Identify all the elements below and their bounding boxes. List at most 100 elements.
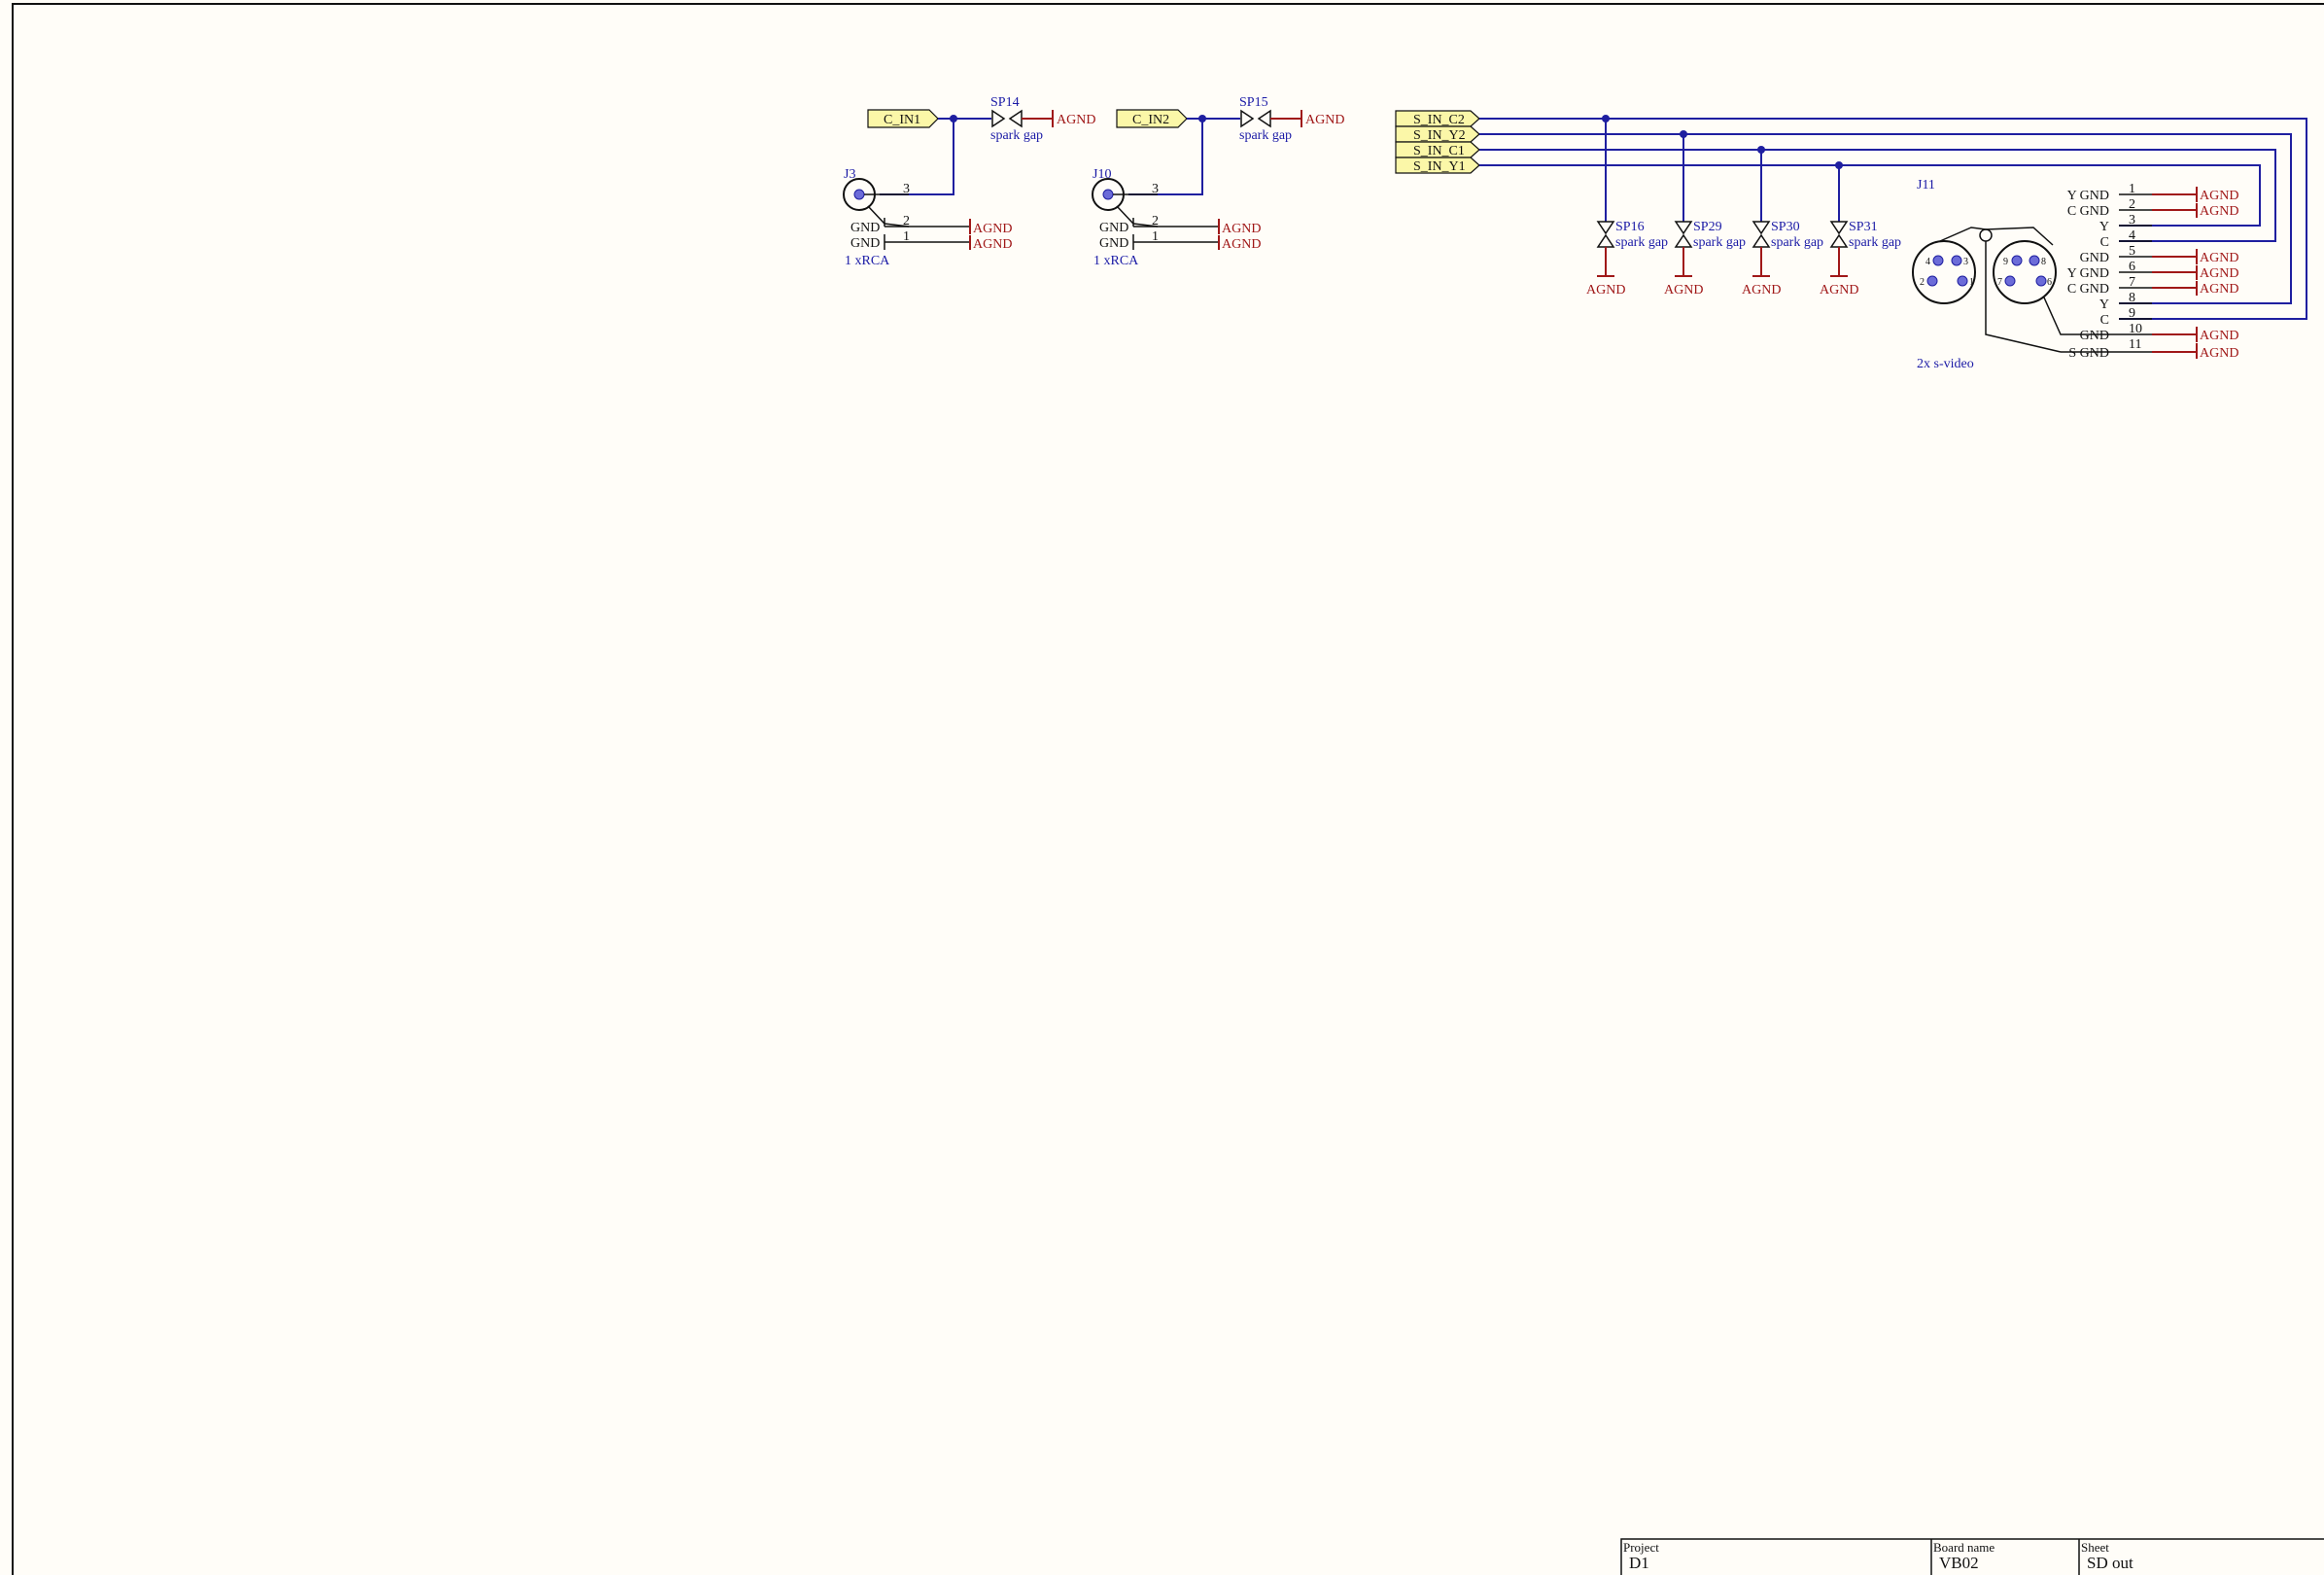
agnd-label: AGND <box>2200 282 2238 297</box>
connector-pin-label: 1 <box>1969 277 1974 288</box>
connector-pin-label: 2 <box>1920 277 1925 288</box>
mini-din-body <box>1912 240 1976 304</box>
wire <box>1479 164 2261 227</box>
netflag-c-in1-label: C_IN1 <box>884 113 920 127</box>
connector-pin-label: 7 <box>1997 277 2002 288</box>
pin-name: Y <box>2099 298 2109 312</box>
pin-name: S GND <box>2068 346 2109 361</box>
spark-ref: SP15 <box>1239 95 1268 110</box>
svideo-connector-j11[interactable]: J11 2x s-video 4 3 2 1 9 8 7 6 Y GND 1 A… <box>1912 178 2239 371</box>
netflag-label: S_IN_Y1 <box>1413 159 1466 174</box>
netflag-label: S_IN_Y2 <box>1413 128 1466 143</box>
pin-number: 2 <box>2129 197 2135 212</box>
spark-ref: SP16 <box>1615 220 1645 234</box>
j11-pin-rows: Y GND 1 AGND C GND 2 AGND Y 3 C 4 GND 5 <box>2067 182 2239 361</box>
spark-ref: SP14 <box>990 95 1020 110</box>
connector-pin <box>2029 255 2040 266</box>
agnd-label: AGND <box>1820 283 1858 298</box>
agnd-label: AGND <box>1586 283 1625 298</box>
pin-name: C GND <box>2067 204 2109 219</box>
connector-pin <box>1951 255 1962 266</box>
spark-gap-sp16[interactable]: AGND SP16 spark gap <box>1586 220 1668 298</box>
pin-number: 3 <box>1152 182 1159 196</box>
spark-gap-symbol <box>1008 109 1023 128</box>
agnd-label: AGND <box>1742 283 1781 298</box>
spark-gap-sp29[interactable]: AGND SP29 spark gap <box>1664 220 1746 298</box>
pin-name: GND <box>2080 329 2109 343</box>
agnd-label: AGND <box>2200 251 2238 265</box>
pin-name: GND <box>2080 251 2109 265</box>
pin-name: GND <box>1099 236 1128 251</box>
connector-pin <box>2011 255 2023 266</box>
rca-jack-pin <box>1102 189 1114 200</box>
wire <box>880 119 954 195</box>
pin-name: GND <box>850 236 880 251</box>
spark-gap-symbol <box>991 109 1006 128</box>
agnd-label: AGND <box>1305 113 1344 127</box>
pin-name: Y <box>2099 220 2109 234</box>
agnd-label: AGND <box>2200 329 2238 343</box>
wire <box>1479 133 2292 304</box>
spark-value: spark gap <box>1615 235 1668 250</box>
spark-gap-symbol <box>1752 221 1771 235</box>
spark-gap-symbol <box>1596 221 1615 235</box>
project-value: D1 <box>1629 1554 1649 1572</box>
agnd-label: AGND <box>973 222 1012 236</box>
pin-number: 9 <box>2129 306 2135 321</box>
connector-pin <box>2035 275 2047 287</box>
connector-pin-label: 9 <box>2003 257 2008 267</box>
pin-number: 1 <box>2129 182 2135 196</box>
agnd-label: AGND <box>2200 266 2238 281</box>
rca-connector-j3[interactable]: C_IN1 AGND SP14 spark gap J3 3 2 GND 1 G… <box>843 95 1095 268</box>
connector-pin <box>2004 275 2016 287</box>
netflag-label: S_IN_C2 <box>1413 113 1465 127</box>
spark-ref: SP30 <box>1771 220 1800 234</box>
spark-value: spark gap <box>990 128 1043 143</box>
junction-dot <box>1680 130 1687 138</box>
connector-ref: J11 <box>1917 178 1935 192</box>
connector-value: 2x s-video <box>1917 357 1974 371</box>
pin-number: 2 <box>903 214 910 228</box>
connector-pin-label: 6 <box>2047 277 2052 288</box>
project-label: Project <box>1623 1540 1659 1555</box>
spark-value: spark gap <box>1693 235 1746 250</box>
connector-pin <box>1957 275 1968 287</box>
connector-pin-label: 8 <box>2041 257 2046 267</box>
agnd-label: AGND <box>1222 237 1261 252</box>
agnd-label: AGND <box>1664 283 1703 298</box>
spark-gap-sp30[interactable]: AGND SP30 spark gap <box>1742 220 1823 298</box>
connector-value: 1 xRCA <box>845 254 890 268</box>
spark-value: spark gap <box>1771 235 1823 250</box>
spark-ref: SP31 <box>1849 220 1878 234</box>
spark-gap-symbol <box>1674 221 1693 235</box>
pin-number: 3 <box>903 182 910 196</box>
mini-din-body <box>1993 240 2057 304</box>
spark-gap-symbol <box>1240 109 1255 128</box>
spark-gap-symbol <box>1829 221 1849 235</box>
connector-pin-label: 4 <box>1925 257 1930 267</box>
spark-gap-symbol <box>1257 109 1271 128</box>
pin-name: C GND <box>2067 282 2109 297</box>
pin-number: 1 <box>903 229 910 244</box>
component-line <box>1939 227 1987 242</box>
spark-gap-symbol <box>1829 233 1849 248</box>
agnd-label: AGND <box>973 237 1012 252</box>
mini-din-shield-tab <box>1979 228 1993 242</box>
board-name-label: Board name <box>1933 1540 1994 1555</box>
agnd-label: AGND <box>1222 222 1261 236</box>
board-name-value: VB02 <box>1939 1554 1979 1572</box>
pin-number: 4 <box>2129 228 2135 243</box>
pin-number: 1 <box>1152 229 1159 244</box>
spark-gap-symbol <box>1674 233 1693 248</box>
agnd-label: AGND <box>1057 113 1095 127</box>
rca-connector-j10[interactable]: C_IN2 AGND SP15 spark gap J10 3 2 GND 1 … <box>1092 95 1344 268</box>
sheet-label: Sheet <box>2081 1540 2109 1555</box>
connector-value: 1 xRCA <box>1093 254 1139 268</box>
spark-value: spark gap <box>1239 128 1292 143</box>
pin-name: GND <box>850 221 880 235</box>
spark-gap-symbol <box>1596 233 1615 248</box>
agnd-label: AGND <box>2200 189 2238 203</box>
title-block: Project D1 Board name VB02 Sheet SD out <box>1620 1538 2324 1575</box>
pin-number: 10 <box>2129 322 2142 336</box>
spark-gap-sp31[interactable]: AGND SP31 spark gap <box>1820 220 1901 298</box>
